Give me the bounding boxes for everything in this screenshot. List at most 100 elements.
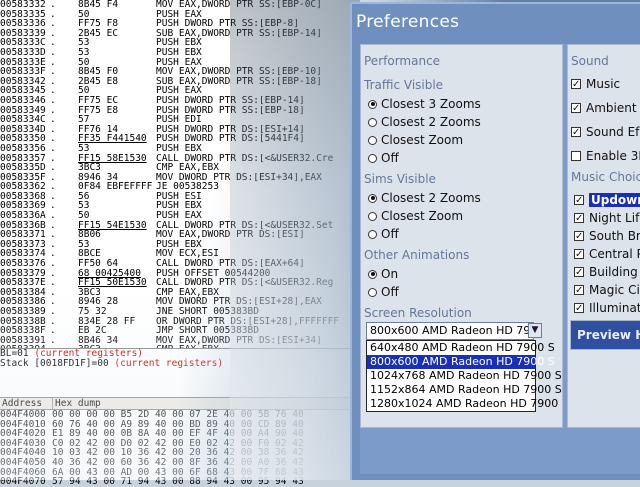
radio-button-icon[interactable] xyxy=(368,117,377,127)
music-choice-item[interactable]: ✓ Updown xyxy=(574,192,640,208)
resolution-option[interactable]: 1024x768 AMD Radeon HD 7900 S xyxy=(367,369,562,383)
disasm-hex: 8946 28 xyxy=(78,297,119,307)
radio-button-icon[interactable] xyxy=(368,193,377,203)
music-choice-list[interactable]: ✓ Updown ✓ Night Lif ✓ South Br ✓ Central P ✓ Bui… xyxy=(570,190,640,316)
column-header-address[interactable]: Address xyxy=(0,398,53,409)
disasm-address: 00583389 xyxy=(0,307,46,317)
radio-option[interactable]: Off xyxy=(368,150,399,166)
radio-button-icon[interactable] xyxy=(368,99,377,109)
checkbox-icon[interactable]: ✓ xyxy=(574,213,584,224)
resolution-option[interactable]: 1280x1024 AMD Radeon HD 7900 xyxy=(367,397,558,411)
sound-checkbox-item[interactable]: ✓ Sound Ef xyxy=(571,124,639,140)
radio-option[interactable]: Closest 2 Zooms xyxy=(368,190,481,206)
radio-label: Off xyxy=(381,285,399,299)
hex-dump-pane[interactable]: Address Hex dump 004F4000 00 00 00 00 B5 … xyxy=(0,397,360,486)
radio-button-icon[interactable] xyxy=(368,211,377,221)
sims-visible-heading: Sims Visible xyxy=(364,172,436,186)
disasm-instruction: PUSH EAX xyxy=(156,211,202,221)
disasm-address: 0058333D xyxy=(0,47,46,58)
disassembly-pane[interactable]: 00583332. 8B45 F4 MOV EAX,DWORD PTR SS:[EB… xyxy=(0,0,360,348)
resolution-option[interactable]: 800x600 AMD Radeon HD 7900 S xyxy=(367,355,555,369)
disasm-hex: 3BC3 xyxy=(78,163,101,173)
radio-button-icon[interactable] xyxy=(368,269,377,279)
hex-bytes: 57 94 43 00 71 94 43 00 88 94 43 00 95 9… xyxy=(52,476,304,487)
checkbox-icon[interactable]: ✓ xyxy=(574,249,584,260)
register-info-pane: BL=01 (current registers) Stack [0018FD1… xyxy=(0,348,360,371)
radio-option[interactable]: Closest 2 Zooms xyxy=(368,114,481,130)
radio-button-icon[interactable] xyxy=(368,135,377,145)
disasm-hex: 2B45 E8 xyxy=(78,76,119,87)
radio-button-icon[interactable] xyxy=(368,229,377,239)
preferences-window: Preferences Performance Traffic Visible … xyxy=(350,2,640,480)
disasm-address: 00583336 xyxy=(0,19,46,29)
music-choice-item[interactable]: ✓ Magic Ci xyxy=(574,282,640,298)
music-choice-item[interactable]: ✓ Illuminati xyxy=(574,300,640,316)
disasm-instruction: PUSH DWORD PTR DS:[5441F4] xyxy=(156,134,305,144)
disasm-instruction: PUSH EDI xyxy=(156,115,202,125)
disasm-address: 00583376 xyxy=(0,259,46,269)
disasm-address: 00583357 xyxy=(0,153,46,164)
checkbox-icon[interactable]: ✓ xyxy=(571,127,581,138)
music-choice-label: Magic Ci xyxy=(589,283,640,297)
checkbox-icon[interactable]: ✓ xyxy=(574,195,584,206)
checkbox-icon[interactable]: ✓ xyxy=(574,267,584,278)
disasm-instruction: CALL DWORD PTR DS:[<&USER32.Cre xyxy=(156,153,334,164)
screen-resolution-select[interactable]: 800x600 AMD Radeon HD 790 xyxy=(366,322,534,340)
resolution-option[interactable]: 1152x864 AMD Radeon HD 7900 S xyxy=(367,383,562,397)
disasm-instruction: MOV EAX,DWORD PTR DS:[ESI] xyxy=(156,230,305,240)
radio-option[interactable]: Off xyxy=(368,284,399,300)
disasm-hex: 57 xyxy=(78,115,90,125)
radio-button-icon[interactable] xyxy=(368,287,377,297)
disasm-hex: 8B45 F0 xyxy=(78,67,119,77)
disasm-address: 00583350 xyxy=(0,134,46,144)
checkbox-icon[interactable]: ✓ xyxy=(574,231,584,242)
disasm-address: 0058335F xyxy=(0,172,46,183)
disasm-instruction: PUSH EBX xyxy=(156,38,202,48)
radio-option[interactable]: On xyxy=(368,266,398,282)
disasm-hex: 50 xyxy=(78,57,90,68)
music-choice-item[interactable]: ✓ Building xyxy=(574,264,638,280)
music-choice-item[interactable]: ✓ South Br xyxy=(574,228,640,244)
checkbox-icon[interactable]: ✓ xyxy=(574,303,584,314)
radio-option[interactable]: Closest Zoom xyxy=(368,208,463,224)
disasm-address: 00583379 xyxy=(0,268,46,279)
performance-heading: Performance xyxy=(364,54,441,68)
disasm-address: 00583339 xyxy=(0,28,46,39)
disasm-hex: 8B06 xyxy=(78,230,101,240)
disasm-address: 0058336A xyxy=(0,211,46,221)
disasm-hex: 834E 28 FF xyxy=(78,316,136,327)
disasm-address: 00583356 xyxy=(0,143,46,154)
disasm-instruction: PUSH OFFSET 00544200 xyxy=(156,268,271,279)
disasm-instruction: MOV DWORD PTR DS:[ESI+28],EAX xyxy=(156,297,322,307)
disasm-hex: 2B45 EC xyxy=(78,28,119,39)
checkbox-icon[interactable]: ✓ xyxy=(574,285,584,296)
disasm-instruction: MOV ECX,ESI xyxy=(156,249,219,260)
disasm-hex: 8B46 34 xyxy=(78,335,119,346)
music-choice-item[interactable]: ✓ Night Lif xyxy=(574,210,639,226)
column-header-hex-dump[interactable]: Hex dump xyxy=(53,398,356,409)
sound-checkbox-item[interactable]: ✓ Ambient xyxy=(571,100,637,116)
disasm-address: 00583391 xyxy=(0,335,46,346)
chevron-down-icon[interactable]: ▼ xyxy=(528,323,542,338)
preview-button[interactable]: Preview Hi xyxy=(570,320,640,350)
disasm-instruction: PUSH EBX xyxy=(156,143,202,154)
radio-option[interactable]: Closest 3 Zooms xyxy=(368,96,481,112)
disasm-hex: FF75 EC xyxy=(78,95,119,106)
sound-checkbox-item[interactable]: ✓ Music xyxy=(571,76,620,92)
resolution-option[interactable]: 640x480 AMD Radeon HD 7900 S xyxy=(367,341,555,355)
sound-checkbox-item[interactable]: Enable 3D xyxy=(571,148,640,164)
checkbox-icon[interactable]: ✓ xyxy=(571,103,581,114)
radio-option[interactable]: Off xyxy=(368,226,399,242)
disasm-address: 00583386 xyxy=(0,297,46,307)
window-title: Preferences xyxy=(356,12,460,32)
disasm-instruction: CMP EAX,EBX xyxy=(156,287,219,298)
radio-button-icon[interactable] xyxy=(368,153,377,163)
checkbox-icon[interactable]: ✓ xyxy=(571,79,581,90)
radio-option[interactable]: Closest Zoom xyxy=(368,132,463,148)
checkbox-label: Sound Ef xyxy=(586,125,640,139)
checkbox-icon[interactable] xyxy=(571,151,581,161)
hex-row[interactable]: 004F4070 57 94 43 00 71 94 43 00 88 94 43… xyxy=(0,477,360,487)
disasm-hex: EB 2C xyxy=(78,326,107,336)
disasm-address: 00583345 xyxy=(0,86,46,96)
music-choice-item[interactable]: ✓ Central P xyxy=(574,246,640,262)
